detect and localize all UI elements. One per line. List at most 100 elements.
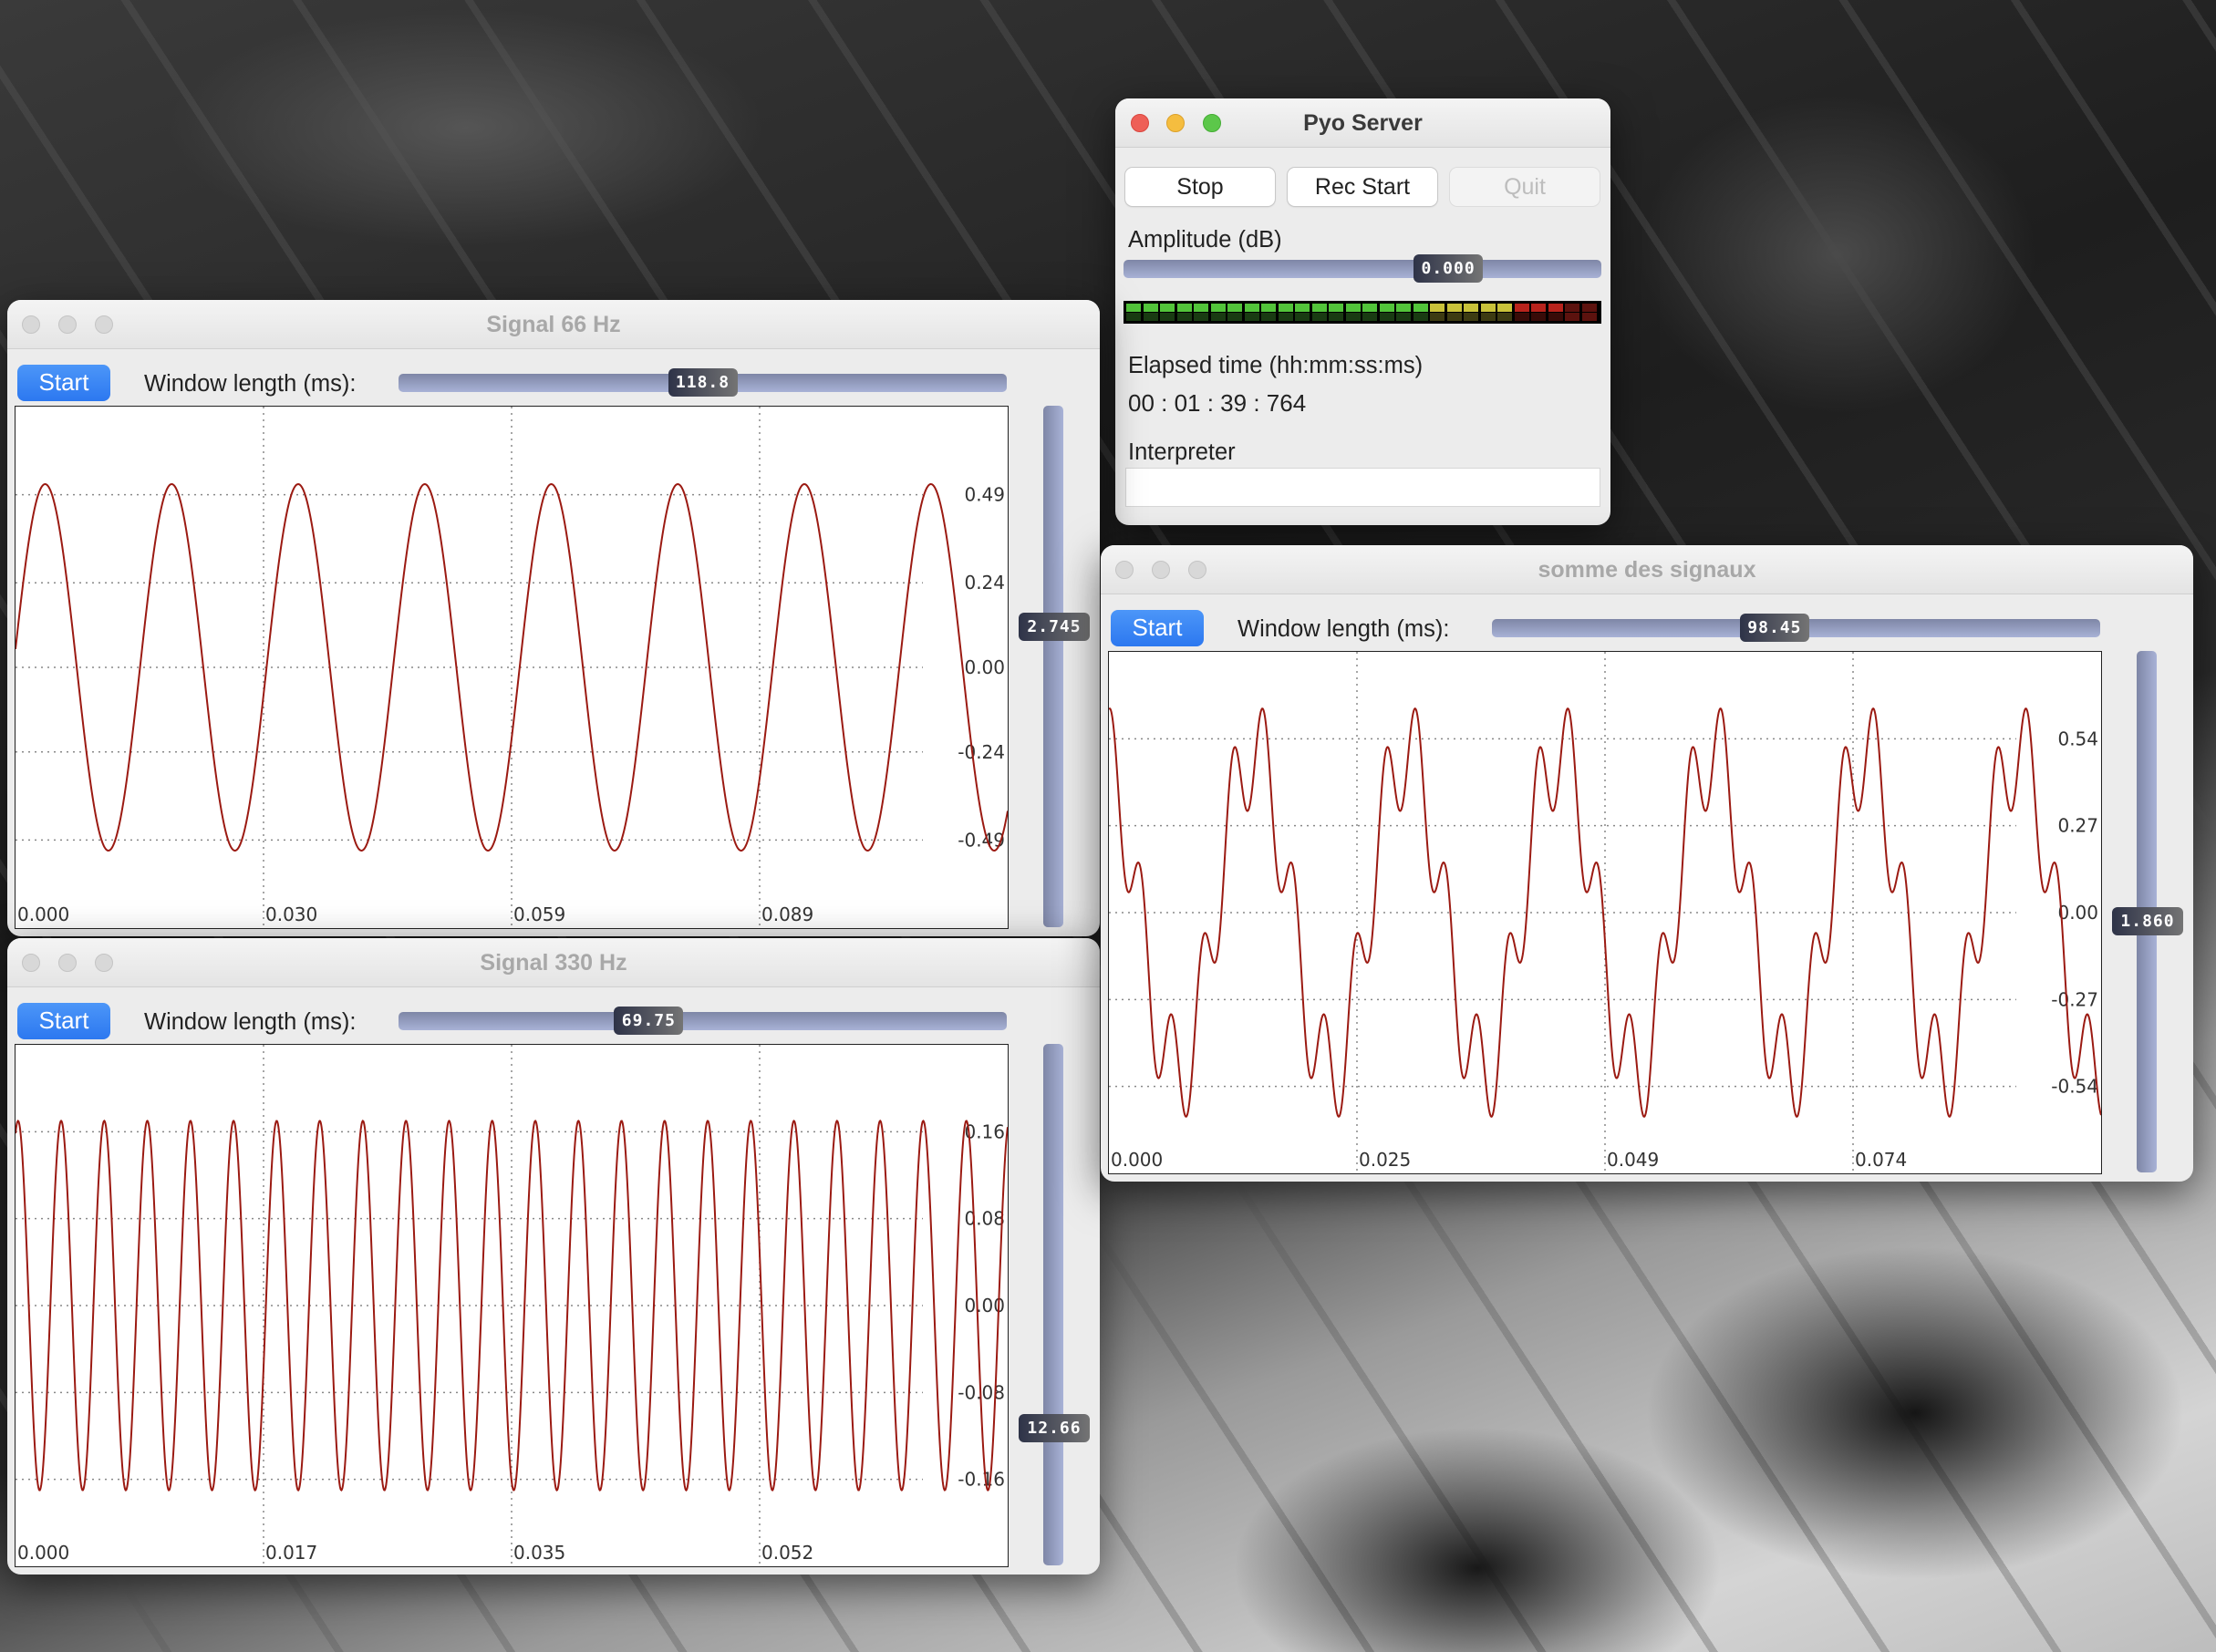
window-length-label: Window length (ms):: [144, 1009, 357, 1035]
y-tick-label: 0.54: [2057, 728, 2098, 749]
titlebar: Signal 330 Hz: [7, 938, 1100, 987]
x-tick-label: 0.035: [513, 1542, 565, 1564]
meter-segment: [1295, 313, 1310, 321]
meter-segment: [1227, 313, 1242, 321]
gain-knob[interactable]: 2.745: [1019, 613, 1090, 642]
meter-segment: [1261, 304, 1276, 312]
meter-segment: [1210, 304, 1226, 312]
meter-segment: [1396, 304, 1411, 312]
scope-plot: 0.16 0.08 0.00 -0.08 -0.16 0.000 0.017 0.035 0.0…: [15, 1044, 1009, 1567]
meter-segment: [1362, 313, 1377, 321]
gain-slider[interactable]: 12.66: [1019, 1044, 1090, 1565]
quit-button[interactable]: Quit: [1450, 168, 1600, 206]
meter-segment: [1244, 313, 1259, 321]
meter-segment: [1244, 304, 1259, 312]
meter-segment: [1160, 304, 1175, 312]
start-button[interactable]: Start: [1111, 610, 1204, 646]
meter-segment: [1581, 313, 1597, 321]
x-tick-label: 0.000: [17, 903, 69, 925]
gain-slider[interactable]: 1.860: [2112, 651, 2183, 1172]
meter-segment: [1160, 313, 1175, 321]
x-tick-label: 0.074: [1855, 1149, 1907, 1171]
meter-segment: [1531, 313, 1546, 321]
window-title: Signal 330 Hz: [480, 950, 627, 976]
meter-segment: [1227, 304, 1242, 312]
meter-segment: [1548, 313, 1563, 321]
elapsed-time-label: Elapsed time (hh:mm:ss:ms): [1128, 353, 1424, 378]
window-length-knob[interactable]: 69.75: [614, 1007, 684, 1035]
window-title: somme des signaux: [1538, 557, 1756, 583]
window-length-knob[interactable]: 118.8: [668, 368, 738, 397]
meter-segment: [1176, 313, 1192, 321]
titlebar: somme des signaux: [1101, 545, 2193, 594]
window-title: Signal 66 Hz: [486, 312, 621, 337]
meter-segment: [1531, 304, 1546, 312]
meter-segment: [1446, 313, 1462, 321]
x-tick-label: 0.052: [761, 1542, 813, 1564]
meter-segment: [1329, 313, 1343, 321]
y-tick-label: -0.24: [958, 741, 1005, 763]
y-tick-label: 0.08: [964, 1208, 1005, 1230]
meter-segment: [1565, 304, 1579, 312]
waveform-chart: 0.490.240.00-0.24-0.490.000 0.030 0.059 0.0…: [16, 407, 1008, 928]
meter-segment: [1413, 313, 1428, 321]
interpreter-input[interactable]: [1125, 468, 1600, 507]
meter-segment: [1379, 304, 1394, 312]
window-title: Pyo Server: [1303, 110, 1423, 136]
scope-window-signal-66hz: Signal 66 Hz Start Window length (ms): 118.…: [7, 300, 1100, 936]
vu-meter: [1124, 301, 1601, 324]
y-tick-label: -0.16: [958, 1469, 1005, 1491]
meter-segment: [1430, 313, 1445, 321]
meter-segment: [1430, 304, 1445, 312]
meter-segment: [1176, 304, 1192, 312]
gain-slider[interactable]: 2.745: [1019, 406, 1090, 927]
window-length-slider[interactable]: 118.8: [399, 368, 1007, 397]
start-button[interactable]: Start: [17, 365, 110, 401]
meter-segment: [1345, 313, 1361, 321]
meter-segment: [1311, 313, 1327, 321]
titlebar: Pyo Server: [1115, 98, 1610, 148]
scope-plot: 0.54 0.27 0.00 -0.27 -0.54 0.000 0.025 0.049 0.0…: [1108, 651, 2102, 1174]
amplitude-slider-knob[interactable]: 0.000: [1413, 254, 1484, 283]
waveform-chart: 0.540.270.00-0.27-0.540.000 0.025 0.049 0.0…: [1109, 652, 2101, 1173]
meter-segment: [1278, 304, 1293, 312]
y-tick-label: 0.27: [2057, 815, 2098, 837]
meter-segment: [1480, 313, 1496, 321]
y-tick-label: -0.27: [2051, 988, 2098, 1010]
window-length-slider[interactable]: 69.75: [399, 1007, 1007, 1035]
elapsed-time-value: 00 : 01 : 39 : 764: [1128, 389, 1307, 417]
gain-knob[interactable]: 1.860: [2112, 907, 2183, 936]
meter-segment: [1497, 304, 1512, 312]
meter-segment: [1194, 304, 1208, 312]
start-button[interactable]: Start: [17, 1003, 110, 1039]
meter-segment: [1581, 304, 1597, 312]
window-length-knob[interactable]: 98.45: [1739, 614, 1809, 642]
meter-segment: [1464, 304, 1478, 312]
meter-segment: [1480, 304, 1496, 312]
meter-segment: [1143, 304, 1158, 312]
meter-segment: [1362, 304, 1377, 312]
y-tick-label: 0.00: [2057, 902, 2098, 924]
x-tick-label: 0.030: [265, 903, 317, 925]
waveform-chart: 0.160.080.00-0.08-0.160.000 0.017 0.035 0.0…: [16, 1045, 1008, 1566]
y-tick-label: 0.49: [964, 484, 1005, 506]
x-tick-label: 0.059: [513, 903, 565, 925]
x-tick-label: 0.049: [1607, 1149, 1659, 1171]
meter-segment: [1497, 313, 1512, 321]
gain-knob[interactable]: 12.66: [1019, 1413, 1090, 1442]
window-length-slider[interactable]: 98.45: [1492, 614, 2100, 642]
scope-window-sum: somme des signaux Start Window length (ms)…: [1101, 545, 2193, 1182]
rec-start-button[interactable]: Rec Start: [1288, 168, 1437, 206]
meter-segment: [1261, 313, 1276, 321]
meter-segment: [1126, 304, 1141, 312]
x-tick-label: 0.025: [1359, 1149, 1411, 1171]
meter-segment: [1464, 313, 1478, 321]
meter-segment: [1514, 313, 1529, 321]
stop-button[interactable]: Stop: [1125, 168, 1275, 206]
meter-segment: [1396, 313, 1411, 321]
scope-plot: 0.49 0.24 0.00 -0.24 -0.49 0.000 0.030 0.059 0.0…: [15, 406, 1009, 929]
interpreter-label: Interpreter: [1128, 439, 1236, 465]
y-tick-label: 0.00: [964, 656, 1005, 678]
meter-segment: [1548, 304, 1563, 312]
amplitude-slider[interactable]: 0.000: [1124, 254, 1601, 283]
